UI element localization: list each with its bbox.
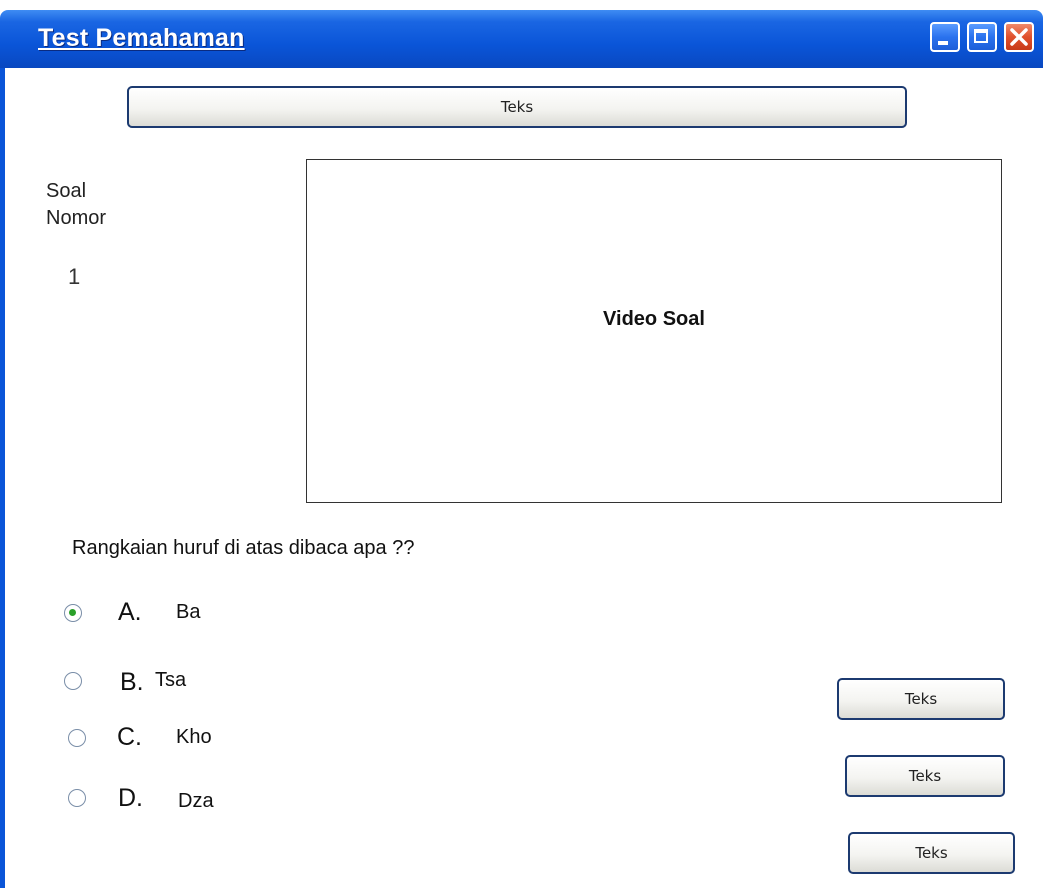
option-d-text: Dza (178, 790, 214, 812)
soal-label-line1: Soal (46, 180, 87, 202)
radio-option-c[interactable] (68, 729, 86, 747)
option-a-text: Ba (176, 601, 201, 623)
question-number: 1 (68, 264, 81, 289)
radio-option-a[interactable] (64, 604, 82, 622)
side-text-button-1[interactable]: Teks (837, 678, 1005, 720)
question-text: Rangkaian huruf di atas dibaca apa ?? (72, 537, 415, 559)
radio-option-b[interactable] (64, 672, 82, 690)
top-text-button[interactable]: Teks (127, 86, 907, 128)
radio-option-d[interactable] (68, 789, 86, 807)
close-icon[interactable] (1004, 22, 1034, 52)
minimize-icon[interactable] (930, 22, 960, 52)
window-title: Test Pemahaman (38, 24, 245, 52)
option-b[interactable]: B. Tsa (64, 666, 264, 702)
option-b-text: Tsa (155, 669, 187, 691)
video-player[interactable]: Video Soal (306, 159, 1002, 503)
maximize-icon[interactable] (967, 22, 997, 52)
window-left-border (0, 68, 5, 888)
option-d-letter: D. (118, 784, 143, 812)
option-c[interactable]: C. Kho (68, 723, 268, 759)
option-a-letter: A. (118, 598, 142, 626)
side-text-button-3[interactable]: Teks (848, 832, 1015, 874)
app-window: Test Pemahaman Teks Soal Nomor 1 Video S… (0, 0, 1043, 888)
side-text-button-2[interactable]: Teks (845, 755, 1005, 797)
soal-label: Soal Nomor (46, 178, 106, 232)
option-a[interactable]: A. Ba (64, 598, 264, 634)
soal-label-line2: Nomor (46, 207, 107, 229)
option-d[interactable]: D. Dza (68, 784, 268, 820)
video-label: Video Soal (603, 307, 705, 330)
option-c-letter: C. (117, 723, 142, 751)
option-c-text: Kho (176, 726, 212, 748)
title-bar[interactable]: Test Pemahaman (0, 10, 1043, 68)
option-b-letter: B. (120, 668, 144, 696)
